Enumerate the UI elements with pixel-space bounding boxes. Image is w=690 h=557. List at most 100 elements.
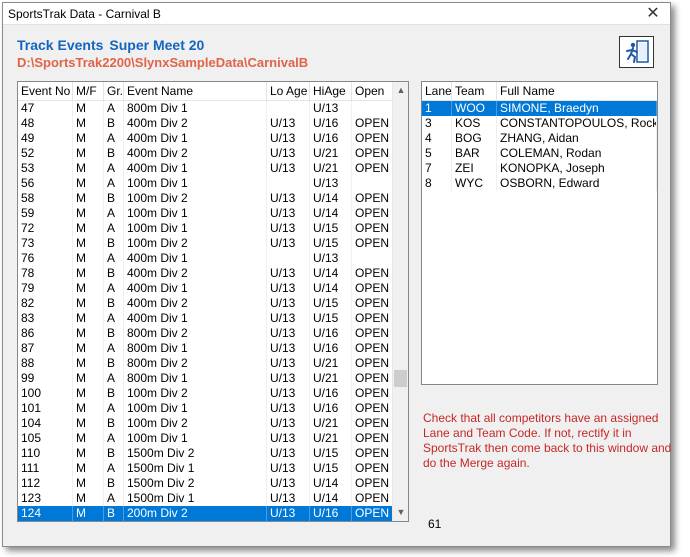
competitor-row[interactable]: 7 ZEI KONOPKA, Joseph [422,161,657,176]
exit-button[interactable] [619,36,654,68]
event-row[interactable]: 76 M A 400m Div 1 U/13 [18,251,393,266]
event-cell-grade: B [104,236,124,251]
event-row[interactable]: 124 M B 200m Div 2 U/13 U/16 OPEN [18,506,393,521]
scroll-up-icon[interactable]: ▲ [393,82,408,99]
event-cell-open: OPEN [352,266,393,281]
event-cell-open [352,176,393,191]
event-cell-grade: A [104,461,124,476]
event-cell-hi-age: U/21 [310,416,352,431]
event-row[interactable]: 56 M A 100m Div 1 U/13 [18,176,393,191]
event-cell-event-name: 100m Div 2 [124,191,267,206]
col-open[interactable]: Open [352,82,393,101]
event-cell-open: OPEN [352,491,393,506]
event-row[interactable]: 52 M B 400m Div 2 U/13 U/21 OPEN [18,146,393,161]
competitor-row[interactable]: 5 BAR COLEMAN, Rodan [422,146,657,161]
competitor-row[interactable]: 3 KOS CONSTANTOPOULOS, Rocky [422,116,657,131]
event-cell-hi-age: U/16 [310,401,352,416]
event-cell-grade: A [104,206,124,221]
competitors-list[interactable]: Lane Team Full Name 1 WOO SIMONE, Braedyn 3… [421,81,658,385]
event-row[interactable]: 86 M B 800m Div 2 U/13 U/16 OPEN [18,326,393,341]
col-event-no[interactable]: Event No [18,82,73,101]
event-cell-lo-age: U/13 [267,401,310,416]
event-row[interactable]: 49 M A 400m Div 1 U/13 U/16 OPEN [18,131,393,146]
event-cell-grade: A [104,176,124,191]
event-cell-event-no: 105 [18,431,73,446]
competitor-cell-lane: 4 [422,131,452,146]
event-cell-mf: M [73,476,104,491]
event-row[interactable]: 78 M B 400m Div 2 U/13 U/14 OPEN [18,266,393,281]
event-cell-lo-age: U/13 [267,341,310,356]
event-cell-lo-age: U/13 [267,326,310,341]
event-row[interactable]: 79 M A 400m Div 1 U/13 U/14 OPEN [18,281,393,296]
event-cell-grade: B [104,326,124,341]
event-cell-grade: B [104,476,124,491]
competitor-cell-team: ZEI [452,161,497,176]
event-cell-hi-age: U/14 [310,266,352,281]
event-cell-open: OPEN [352,476,393,491]
event-cell-open: OPEN [352,221,393,236]
event-row[interactable]: 72 M A 100m Div 1 U/13 U/15 OPEN [18,221,393,236]
competitor-row[interactable]: 1 WOO SIMONE, Braedyn [422,101,657,116]
event-cell-hi-age: U/15 [310,296,352,311]
event-cell-event-name: 400m Div 1 [124,281,267,296]
col-full-name[interactable]: Full Name [497,82,657,101]
event-cell-open: OPEN [352,296,393,311]
event-row[interactable]: 73 M B 100m Div 2 U/13 U/15 OPEN [18,236,393,251]
event-cell-mf: M [73,221,104,236]
event-cell-event-no: 83 [18,311,73,326]
event-cell-hi-age: U/21 [310,146,352,161]
event-row[interactable]: 104 M B 100m Div 2 U/13 U/21 OPEN [18,416,393,431]
event-row[interactable]: 87 M A 800m Div 1 U/13 U/16 OPEN [18,341,393,356]
event-row[interactable]: 112 M B 1500m Div 2 U/13 U/14 OPEN [18,476,393,491]
event-cell-lo-age: U/13 [267,236,310,251]
event-cell-open: OPEN [352,191,393,206]
event-row[interactable]: 110 M B 1500m Div 2 U/13 U/15 OPEN [18,446,393,461]
col-lane[interactable]: Lane [422,82,452,101]
event-row[interactable]: 59 M A 100m Div 1 U/13 U/14 OPEN [18,206,393,221]
col-hi-age[interactable]: HiAge [310,82,352,101]
col-team[interactable]: Team [452,82,497,101]
event-cell-mf: M [73,356,104,371]
competitor-row[interactable]: 4 BOG ZHANG, Aidan [422,131,657,146]
event-row[interactable]: 101 M A 100m Div 1 U/13 U/16 OPEN [18,401,393,416]
col-grade[interactable]: Gr. [104,82,124,101]
col-lo-age[interactable]: Lo Age [267,82,310,101]
event-row[interactable]: 53 M A 400m Div 1 U/13 U/21 OPEN [18,161,393,176]
scroll-down-icon[interactable]: ▼ [393,504,408,521]
event-heading: Track Events Super Meet 20 [17,37,210,53]
event-cell-event-no: 99 [18,371,73,386]
event-cell-event-no: 111 [18,461,73,476]
event-cell-open: OPEN [352,401,393,416]
event-cell-open: OPEN [352,446,393,461]
merge-instructions: Check that all competitors have an assig… [423,411,672,470]
event-row[interactable]: 47 M A 800m Div 1 U/13 [18,101,393,116]
event-row[interactable]: 88 M B 800m Div 2 U/13 U/21 OPEN [18,356,393,371]
event-cell-event-no: 123 [18,491,73,506]
event-cell-lo-age: U/13 [267,116,310,131]
scroll-thumb[interactable] [394,370,407,387]
event-row[interactable]: 100 M B 100m Div 2 U/13 U/16 OPEN [18,386,393,401]
col-mf[interactable]: M/F [73,82,104,101]
event-cell-hi-age: U/16 [310,326,352,341]
event-cell-hi-age: U/16 [310,116,352,131]
event-cell-grade: A [104,101,124,116]
event-row[interactable]: 48 M B 400m Div 2 U/13 U/16 OPEN [18,116,393,131]
event-row[interactable]: 99 M A 800m Div 1 U/13 U/21 OPEN [18,371,393,386]
event-cell-lo-age: U/13 [267,491,310,506]
event-cell-grade: A [104,251,124,266]
event-cell-event-no: 100 [18,386,73,401]
event-row[interactable]: 58 M B 100m Div 2 U/13 U/14 OPEN [18,191,393,206]
events-scrollbar[interactable]: ▲ ▼ [392,82,408,521]
col-event-name[interactable]: Event Name [124,82,267,101]
close-icon[interactable]: ✕ [636,3,670,25]
event-row[interactable]: 82 M B 400m Div 2 U/13 U/15 OPEN [18,296,393,311]
event-cell-event-no: 87 [18,341,73,356]
event-row[interactable]: 83 M A 400m Div 1 U/13 U/15 OPEN [18,311,393,326]
event-row[interactable]: 105 M A 100m Div 1 U/13 U/21 OPEN [18,431,393,446]
events-list[interactable]: Event No M/F Gr. Event Name Lo Age HiAge… [17,81,409,522]
competitor-cell-full-name: CONSTANTOPOULOS, Rocky [497,116,657,131]
carnival-name-label: Super Meet 20 [109,37,205,53]
event-row[interactable]: 123 M A 1500m Div 1 U/13 U/14 OPEN [18,491,393,506]
event-row[interactable]: 111 M A 1500m Div 1 U/13 U/15 OPEN [18,461,393,476]
competitor-row[interactable]: 8 WYC OSBORN, Edward [422,176,657,191]
